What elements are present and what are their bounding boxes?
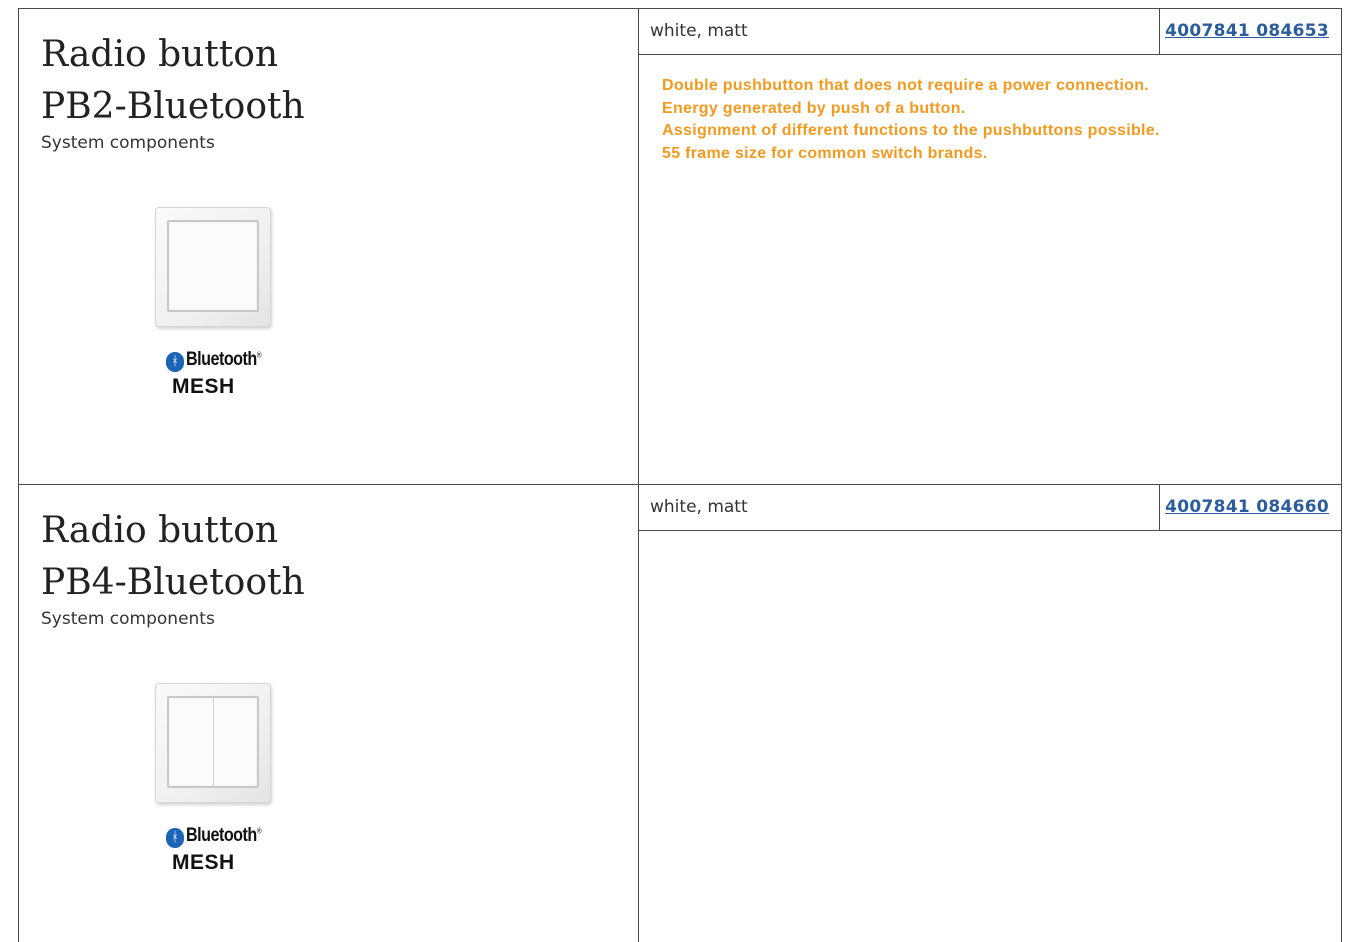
bluetooth-mesh-logo: ᚼ Bluetooth® MESH bbox=[166, 825, 276, 879]
product-info-cell: Radio button PB4-Bluetooth System compon… bbox=[19, 485, 639, 942]
single-rocker bbox=[167, 220, 259, 312]
description-line: 55 frame size for common switch brands. bbox=[662, 144, 988, 162]
product-meta-row: white, matt 4007841 084660 bbox=[639, 485, 1341, 531]
product-row-pb2: Radio button PB2-Bluetooth System compon… bbox=[18, 8, 1342, 485]
product-title-line-1: Radio button bbox=[41, 34, 279, 75]
product-title: Radio button PB2-Bluetooth bbox=[41, 29, 621, 133]
bluetooth-wordmark: Bluetooth® bbox=[186, 825, 262, 846]
description-line: Assignment of different functions to the… bbox=[662, 122, 1160, 140]
bluetooth-wordmark: Bluetooth® bbox=[186, 349, 262, 370]
bluetooth-icon: ᚼ bbox=[166, 352, 184, 372]
bluetooth-icon: ᚼ bbox=[166, 828, 184, 848]
description-line: Double pushbutton that does not require … bbox=[662, 77, 1150, 94]
mesh-wordmark: MESH bbox=[172, 375, 235, 398]
product-finish: white, matt bbox=[650, 497, 748, 517]
product-category: System components bbox=[41, 133, 215, 153]
ean-link[interactable]: 4007841 084653 bbox=[1165, 21, 1329, 41]
product-image-pb2 bbox=[155, 207, 271, 327]
product-image-pb4 bbox=[155, 683, 271, 803]
bluetooth-mesh-logo: ᚼ Bluetooth® MESH bbox=[166, 349, 276, 403]
product-title-line-1: Radio button bbox=[41, 510, 279, 551]
product-title: Radio button PB4-Bluetooth bbox=[41, 505, 621, 609]
double-rocker bbox=[167, 696, 259, 788]
product-meta-row: white, matt 4007841 084653 bbox=[639, 9, 1341, 55]
product-description: Double pushbutton that does not require … bbox=[662, 75, 1160, 165]
rocker-divider bbox=[213, 698, 214, 786]
product-row-pb4: Radio button PB4-Bluetooth System compon… bbox=[18, 484, 1342, 942]
ean-cell: 4007841 084660 bbox=[1159, 485, 1341, 531]
ean-link[interactable]: 4007841 084660 bbox=[1165, 497, 1329, 517]
product-info-cell: Radio button PB2-Bluetooth System compon… bbox=[19, 9, 639, 484]
ean-cell: 4007841 084653 bbox=[1159, 9, 1341, 55]
product-title-line-2: PB2-Bluetooth bbox=[41, 86, 305, 127]
product-title-line-2: PB4-Bluetooth bbox=[41, 562, 305, 603]
product-finish: white, matt bbox=[650, 21, 748, 41]
product-category: System components bbox=[41, 609, 215, 629]
product-details-cell: white, matt 4007841 084660 bbox=[639, 485, 1341, 942]
mesh-wordmark: MESH bbox=[172, 851, 235, 874]
description-line: Energy generated by push of a button. bbox=[662, 99, 966, 117]
product-details-cell: white, matt 4007841 084653 Double pushbu… bbox=[639, 9, 1341, 484]
